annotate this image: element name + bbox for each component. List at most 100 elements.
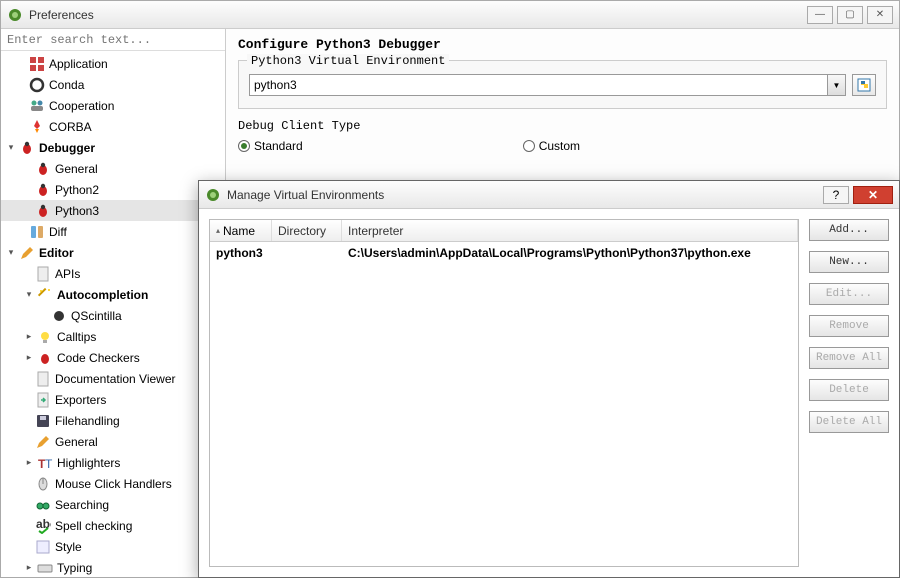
bug-icon xyxy=(19,140,35,156)
tree-label: Mouse Click Handlers xyxy=(55,477,172,491)
expander-closed-icon[interactable]: ▸ xyxy=(23,562,35,574)
tree-label: General xyxy=(55,162,98,176)
tree-item-application[interactable]: Application xyxy=(1,53,225,74)
document-icon xyxy=(35,266,51,282)
tree-label: Searching xyxy=(55,498,109,512)
app-icon xyxy=(205,187,221,203)
tree-item-editor-searching[interactable]: Searching xyxy=(1,494,225,515)
manage-venv-button[interactable] xyxy=(852,74,876,96)
radio-custom[interactable]: Custom xyxy=(523,139,580,153)
tree-label: General xyxy=(55,435,98,449)
dialog-button-column: Add... New... Edit... Remove Remove All … xyxy=(809,219,889,567)
delete-all-button[interactable]: Delete All xyxy=(809,411,889,433)
tree-label: Filehandling xyxy=(55,414,120,428)
tree-item-debugger-python2[interactable]: Python2 xyxy=(1,179,225,200)
tree-label: Typing xyxy=(57,561,92,575)
venv-combobox[interactable]: python3 ▼ xyxy=(249,74,846,96)
window-controls: — ▢ ✕ xyxy=(807,6,893,24)
table-row[interactable]: python3 C:\Users\admin\AppData\Local\Pro… xyxy=(210,242,798,264)
document-icon xyxy=(35,371,51,387)
tree-item-editor-exporters[interactable]: Exporters xyxy=(1,389,225,410)
tree-label: Code Checkers xyxy=(57,351,140,365)
tree-item-diff[interactable]: Diff xyxy=(1,221,225,242)
tree-item-editor-general[interactable]: General xyxy=(1,431,225,452)
column-directory[interactable]: Directory xyxy=(272,220,342,241)
tree-item-editor-spellcheck[interactable]: abc Spell checking xyxy=(1,515,225,536)
chevron-down-icon: ▼ xyxy=(827,75,845,95)
tree-label: Debugger xyxy=(39,141,95,155)
sidebar: Application Conda Cooperation CORBA xyxy=(1,29,226,577)
minimize-button[interactable]: — xyxy=(807,6,833,24)
expander-open-icon[interactable]: ▾ xyxy=(5,247,17,259)
expander-open-icon[interactable]: ▾ xyxy=(23,289,35,301)
pencil-icon xyxy=(19,245,35,261)
tree-item-debugger-python3[interactable]: Python3 xyxy=(1,200,225,221)
preferences-tree: Application Conda Cooperation CORBA xyxy=(1,51,225,577)
radio-standard[interactable]: Standard xyxy=(238,139,303,153)
titlebar[interactable]: Preferences — ▢ ✕ xyxy=(1,1,899,29)
tree-label: Python2 xyxy=(55,183,99,197)
edit-button[interactable]: Edit... xyxy=(809,283,889,305)
radio-checked-icon xyxy=(238,140,250,152)
tree-item-editor-apis[interactable]: APIs xyxy=(1,263,225,284)
tree-item-corba[interactable]: CORBA xyxy=(1,116,225,137)
tree-item-debugger-general[interactable]: General xyxy=(1,158,225,179)
tree-label: Application xyxy=(49,57,108,71)
tree-label: Editor xyxy=(39,246,74,260)
tree-item-editor-highlighters[interactable]: ▸ TT Highlighters xyxy=(1,452,225,473)
dialog-titlebar[interactable]: Manage Virtual Environments ? ✕ xyxy=(199,181,899,209)
bug-icon xyxy=(35,182,51,198)
manage-venv-dialog: Manage Virtual Environments ? ✕ ▴ Name D… xyxy=(198,180,900,578)
rocket-icon xyxy=(29,119,45,135)
tree-item-conda[interactable]: Conda xyxy=(1,74,225,95)
close-button[interactable]: ✕ xyxy=(867,6,893,24)
radio-unchecked-icon xyxy=(523,140,535,152)
maximize-button[interactable]: ▢ xyxy=(837,6,863,24)
expander-open-icon[interactable]: ▾ xyxy=(5,142,17,154)
search-input[interactable] xyxy=(1,29,225,51)
bug-icon xyxy=(37,350,53,366)
bulb-icon xyxy=(37,329,53,345)
dialog-close-button[interactable]: ✕ xyxy=(853,186,893,204)
tree-item-cooperation[interactable]: Cooperation xyxy=(1,95,225,116)
add-button[interactable]: Add... xyxy=(809,219,889,241)
expander-closed-icon[interactable]: ▸ xyxy=(23,352,35,364)
cell-directory xyxy=(272,251,342,255)
remove-all-button[interactable]: Remove All xyxy=(809,347,889,369)
tree-item-editor-calltips[interactable]: ▸ Calltips xyxy=(1,326,225,347)
tree-item-editor-autocompletion[interactable]: ▾ Autocompletion xyxy=(1,284,225,305)
people-icon xyxy=(29,98,45,114)
binoculars-icon xyxy=(35,497,51,513)
bug-icon xyxy=(35,161,51,177)
tree-item-editor-typing[interactable]: ▸ Typing xyxy=(1,557,225,577)
cell-interpreter: C:\Users\admin\AppData\Local\Programs\Py… xyxy=(342,244,798,262)
expander-closed-icon[interactable]: ▸ xyxy=(23,331,35,343)
remove-button[interactable]: Remove xyxy=(809,315,889,337)
tree-item-editor-filehandling[interactable]: Filehandling xyxy=(1,410,225,431)
dialog-body: ▴ Name Directory Interpreter python3 C:\… xyxy=(199,209,899,577)
tree-label: QScintilla xyxy=(71,309,122,323)
tree-item-editor-docviewer[interactable]: Documentation Viewer xyxy=(1,368,225,389)
typography-icon: TT xyxy=(37,455,53,471)
wand-icon xyxy=(37,287,53,303)
tree-item-editor-mouseclick[interactable]: Mouse Click Handlers xyxy=(1,473,225,494)
tree-item-editor-codecheckers[interactable]: ▸ Code Checkers xyxy=(1,347,225,368)
tree-item-editor-qscintilla[interactable]: QScintilla xyxy=(1,305,225,326)
delete-button[interactable]: Delete xyxy=(809,379,889,401)
debug-client-radios: Standard Custom xyxy=(238,139,887,153)
column-interpreter[interactable]: Interpreter xyxy=(342,220,798,241)
column-directory-label: Directory xyxy=(278,224,326,238)
column-interpreter-label: Interpreter xyxy=(348,224,403,238)
table-header: ▴ Name Directory Interpreter xyxy=(210,220,798,242)
tree-item-editor[interactable]: ▾ Editor xyxy=(1,242,225,263)
tree-item-editor-style[interactable]: Style xyxy=(1,536,225,557)
page-title: Configure Python3 Debugger xyxy=(238,37,887,52)
tree-label: Highlighters xyxy=(57,456,120,470)
export-icon xyxy=(35,392,51,408)
expander-closed-icon[interactable]: ▸ xyxy=(23,457,35,469)
tree-item-debugger[interactable]: ▾ Debugger xyxy=(1,137,225,158)
tree-label: Python3 xyxy=(55,204,99,218)
column-name[interactable]: ▴ Name xyxy=(210,220,272,241)
new-button[interactable]: New... xyxy=(809,251,889,273)
help-button[interactable]: ? xyxy=(823,186,849,204)
